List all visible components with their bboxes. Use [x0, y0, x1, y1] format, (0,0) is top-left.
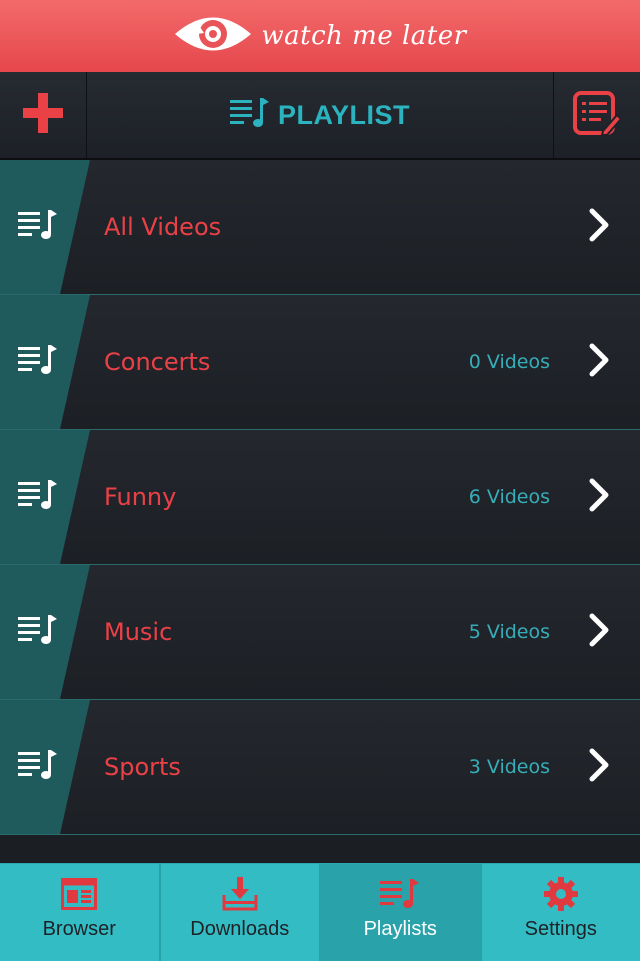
gear-icon — [544, 876, 578, 912]
add-playlist-button[interactable] — [0, 72, 87, 158]
tab-label: Playlists — [364, 918, 437, 941]
tab-playlists[interactable]: Playlists — [321, 864, 482, 961]
playlist-name: Funny — [104, 483, 176, 511]
chevron-right-icon — [588, 478, 612, 516]
playlist-icon — [380, 876, 420, 912]
edit-playlists-button[interactable] — [553, 72, 640, 158]
tab-label: Downloads — [190, 918, 289, 941]
playlist-icon — [18, 615, 58, 649]
chevron-right-icon — [588, 613, 612, 651]
tab-settings[interactable]: Settings — [482, 864, 640, 961]
playlist-icon — [18, 480, 58, 514]
playlist-name: Concerts — [104, 348, 210, 376]
page-title-text: PLAYLIST — [278, 100, 410, 131]
brand-text: watch me later — [261, 21, 466, 51]
brand-logo: watch me later — [173, 9, 466, 63]
tab-browser[interactable]: Browser — [0, 864, 161, 961]
browser-icon — [61, 876, 97, 912]
app-header: watch me later — [0, 0, 640, 72]
plus-icon — [21, 91, 65, 139]
playlist-count: 5 Videos — [469, 621, 550, 643]
tab-bar: Browser Downloads Playlists — [0, 863, 640, 961]
playlist-name: All Videos — [104, 213, 221, 241]
playlist-row-funny[interactable]: Funny 6 Videos — [0, 430, 640, 565]
chevron-right-icon — [588, 748, 612, 786]
title-bar: PLAYLIST — [0, 72, 640, 160]
tab-label: Browser — [43, 918, 116, 941]
page-title: PLAYLIST — [86, 72, 554, 158]
eye-icon — [173, 9, 253, 63]
playlist-icon — [230, 98, 270, 132]
playlist-name: Music — [104, 618, 172, 646]
chevron-right-icon — [588, 208, 612, 246]
playlist-icon — [18, 345, 58, 379]
playlist-count: 3 Videos — [469, 756, 550, 778]
playlist-icon — [18, 750, 58, 784]
playlist-row-all-videos[interactable]: All Videos — [0, 160, 640, 295]
playlist-list: All Videos Concerts 0 Videos Funny 6 Vid… — [0, 160, 640, 835]
playlist-count: 6 Videos — [469, 486, 550, 508]
playlist-row-music[interactable]: Music 5 Videos — [0, 565, 640, 700]
playlist-icon — [18, 210, 58, 244]
chevron-right-icon — [588, 343, 612, 381]
playlist-row-concerts[interactable]: Concerts 0 Videos — [0, 295, 640, 430]
playlist-name: Sports — [104, 753, 181, 781]
download-icon — [222, 876, 258, 912]
tab-downloads[interactable]: Downloads — [161, 864, 322, 961]
playlist-count: 0 Videos — [469, 351, 550, 373]
edit-list-icon — [573, 91, 621, 139]
tab-label: Settings — [525, 918, 597, 941]
playlist-row-sports[interactable]: Sports 3 Videos — [0, 700, 640, 835]
